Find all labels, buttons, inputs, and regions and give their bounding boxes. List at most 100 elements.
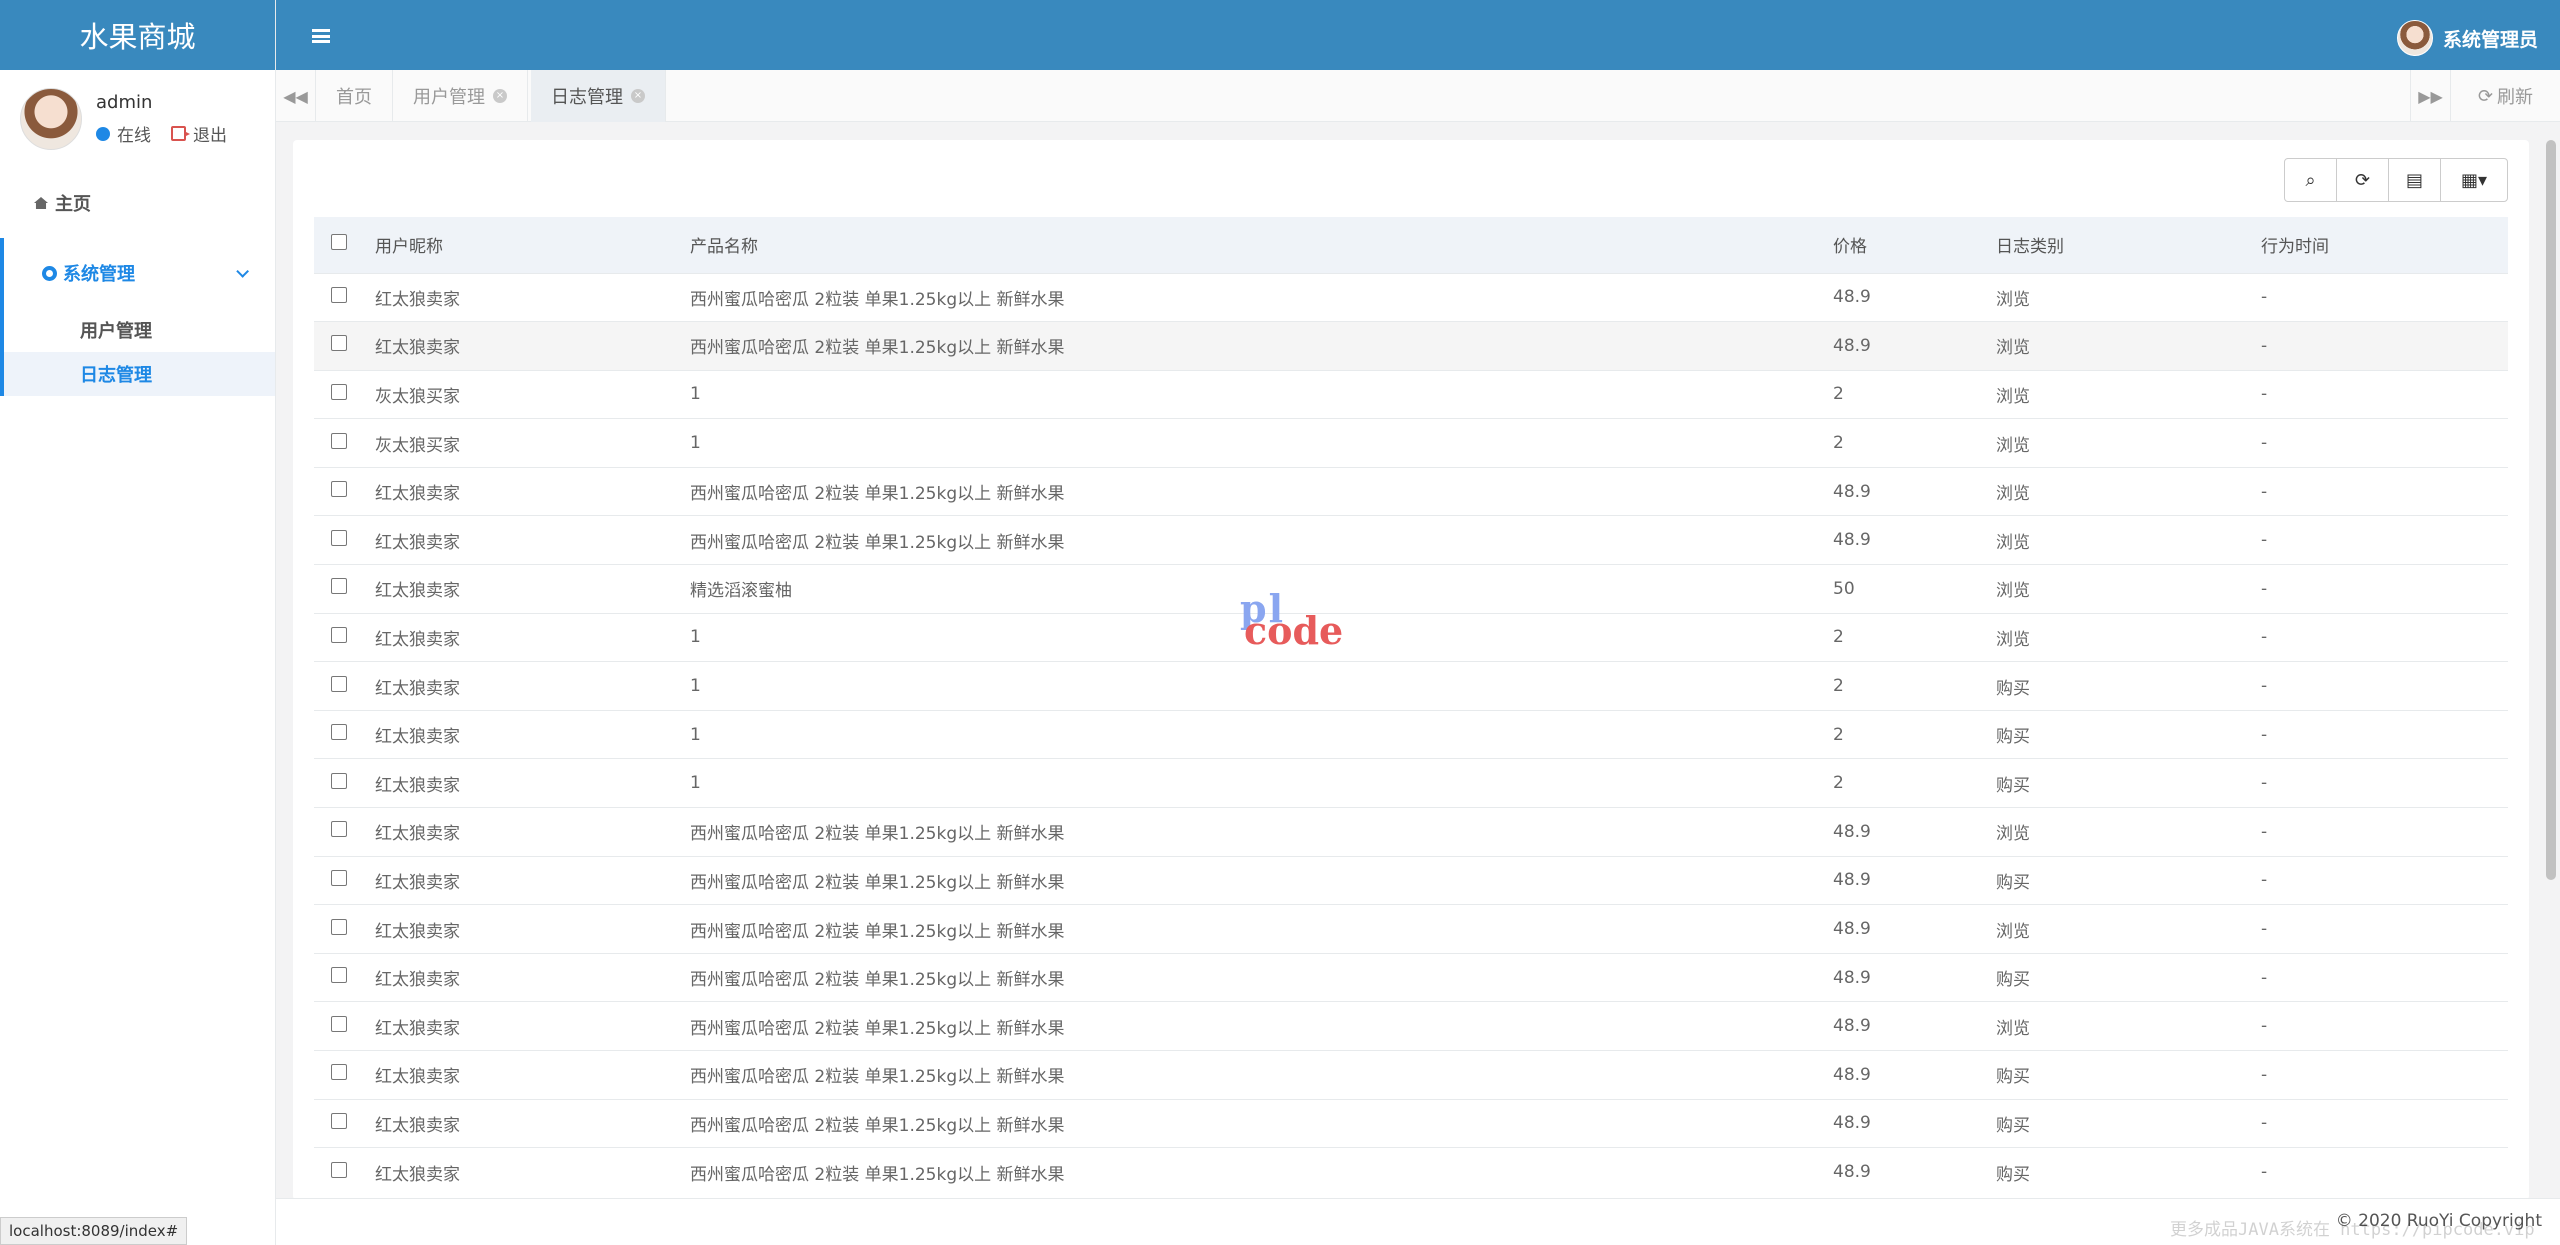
table-cell: - [2260,369,2508,419]
table-row[interactable]: 红太狼卖家 1 2 购买 - [314,758,2508,808]
table-cell: 红太狼卖家 [374,466,689,516]
row-checkbox[interactable] [331,626,347,643]
table-row[interactable]: 红太狼卖家 精选滔滚蜜柚 50 浏览 - [314,564,2508,614]
table-cell: 48.9 [1832,321,1995,371]
table-cell: 48.9 [1832,1147,1995,1197]
table-row[interactable]: 红太狼卖家 西州蜜瓜哈密瓜 2粒装 单果1.25kg以上 新鲜水果 48.9 浏览 - [314,1001,2508,1051]
row-select-cell [314,1001,374,1051]
avatar[interactable] [20,88,82,150]
tabs-scroll-right-icon[interactable]: ▶▶ [2410,70,2450,122]
table-cell: 红太狼卖家 [374,1001,689,1051]
sidebar-group-system[interactable]: 系统管理 [0,238,275,308]
tab-user-management[interactable]: 用户管理 × [393,70,528,122]
table-row[interactable]: 红太狼卖家 西州蜜瓜哈密瓜 2粒装 单果1.25kg以上 新鲜水果 48.9 浏览 - [314,515,2508,565]
logout-link[interactable]: 退出 [193,121,227,146]
close-icon[interactable]: × [631,89,645,103]
table-cell: - [2260,515,2508,565]
scrollbar[interactable] [2546,140,2556,880]
table-cell: 2 [1832,369,1995,419]
avatar[interactable] [2396,20,2433,56]
table-row[interactable]: 红太狼卖家 西州蜜瓜哈密瓜 2粒装 单果1.25kg以上 新鲜水果 48.9 浏览 - [314,466,2508,516]
chevron-down-icon [236,264,249,278]
close-icon[interactable]: × [493,89,507,103]
refresh-table-button[interactable]: ⟳ [2336,158,2389,202]
row-checkbox[interactable] [331,821,347,838]
top-navbar: 系统管理员 [276,0,2560,70]
export-button[interactable]: ▤ [2388,158,2441,202]
table-cell: - [2260,564,2508,614]
table-cell: 购买 [1995,1147,2260,1197]
table-cell: 2 [1832,661,1995,711]
row-checkbox[interactable] [331,1161,347,1178]
column-header[interactable]: 价格 [1832,217,1995,274]
list-icon: ▤ [2405,169,2423,191]
log-table-wrap: 用户昵称 产品名称 价格 日志类别 行为时间 红太狼卖家 西州蜜瓜哈密瓜 2粒装 … [314,217,2508,1197]
table-cell: 浏览 [1995,272,2260,322]
table-cell: 48.9 [1832,1001,1995,1051]
top-user-name[interactable]: 系统管理员 [2443,25,2538,52]
row-checkbox[interactable] [331,1064,347,1081]
row-checkbox[interactable] [331,481,347,498]
tabs-scroll-left-icon[interactable]: ◀◀ [276,70,316,122]
row-checkbox[interactable] [331,1015,347,1032]
tab-log-management[interactable]: 日志管理 × [531,70,666,122]
user-status: 在线 退出 [96,121,227,146]
brand-title[interactable]: 水果商城 [0,0,275,70]
table-row[interactable]: 红太狼卖家 西州蜜瓜哈密瓜 2粒装 单果1.25kg以上 新鲜水果 48.9 购买 - [314,1098,2508,1148]
tab-home[interactable]: 首页 [316,70,393,122]
table-cell: 西州蜜瓜哈密瓜 2粒装 单果1.25kg以上 新鲜水果 [689,272,1832,322]
sidebar: 水果商城 admin 在线 退出 主页 系统管理 用户管理 日志管理 [0,0,276,1245]
table-row[interactable]: 红太狼卖家 1 2 购买 - [314,709,2508,759]
table-cell: 西州蜜瓜哈密瓜 2粒装 单果1.25kg以上 新鲜水果 [689,1147,1832,1197]
table-row[interactable]: 红太狼卖家 西州蜜瓜哈密瓜 2粒装 单果1.25kg以上 新鲜水果 48.9 浏览 - [314,272,2508,322]
sidebar-item-home[interactable]: 主页 [0,168,275,238]
table-row[interactable]: 红太狼卖家 西州蜜瓜哈密瓜 2粒装 单果1.25kg以上 新鲜水果 48.9 浏览 - [314,321,2508,371]
logout-icon[interactable] [171,126,190,141]
row-checkbox[interactable] [331,529,347,546]
table-cell: 西州蜜瓜哈密瓜 2粒装 单果1.25kg以上 新鲜水果 [689,904,1832,954]
table-row[interactable]: 红太狼卖家 西州蜜瓜哈密瓜 2粒装 单果1.25kg以上 新鲜水果 48.9 购买 - [314,952,2508,1002]
table-cell: 48.9 [1832,952,1995,1002]
row-checkbox[interactable] [331,335,347,352]
column-header[interactable]: 用户昵称 [374,217,689,274]
sidebar-item-logs[interactable]: 日志管理 [0,352,275,396]
table-row[interactable]: 红太狼卖家 西州蜜瓜哈密瓜 2粒装 单果1.25kg以上 新鲜水果 48.9 浏览 - [314,904,2508,954]
table-row[interactable]: 红太狼卖家 西州蜜瓜哈密瓜 2粒装 单果1.25kg以上 新鲜水果 48.9 购买 - [314,1147,2508,1197]
row-checkbox[interactable] [331,918,347,935]
row-checkbox[interactable] [331,1112,347,1129]
row-checkbox[interactable] [331,286,347,303]
tab-label: 首页 [336,87,372,108]
table-cell: 48.9 [1832,515,1995,565]
row-checkbox[interactable] [331,675,347,692]
sidebar-item-users[interactable]: 用户管理 [0,308,275,352]
select-all-checkbox[interactable] [331,234,347,251]
columns-button[interactable]: ▦▾ [2440,158,2508,202]
table-row[interactable]: 红太狼卖家 西州蜜瓜哈密瓜 2粒装 单果1.25kg以上 新鲜水果 48.9 购买 - [314,1050,2508,1100]
row-checkbox[interactable] [331,578,347,595]
table-cell: 浏览 [1995,515,2260,565]
row-checkbox[interactable] [331,432,347,449]
table-row[interactable]: 灰太狼买家 1 2 浏览 - [314,369,2508,419]
table-row[interactable]: 红太狼卖家 1 2 购买 - [314,661,2508,711]
row-checkbox[interactable] [331,772,347,789]
column-header[interactable]: 产品名称 [689,217,1832,274]
menu-toggle-icon[interactable] [312,29,330,43]
table-row[interactable]: 红太狼卖家 西州蜜瓜哈密瓜 2粒装 单果1.25kg以上 新鲜水果 48.9 购买 - [314,855,2508,905]
user-name: admin [96,92,153,113]
row-checkbox[interactable] [331,869,347,886]
table-cell: 红太狼卖家 [374,904,689,954]
table-cell: 浏览 [1995,1001,2260,1051]
table-row[interactable]: 红太狼卖家 1 2 浏览 - [314,612,2508,662]
table-row[interactable]: 灰太狼买家 1 2 浏览 - [314,418,2508,468]
row-checkbox[interactable] [331,383,347,400]
top-user-menu[interactable]: 系统管理员 [2396,20,2538,56]
table-cell: 西州蜜瓜哈密瓜 2粒装 单果1.25kg以上 新鲜水果 [689,1098,1832,1148]
search-button[interactable]: ⌕ [2284,158,2337,202]
refresh-button[interactable]: ⟳ 刷新 [2450,70,2560,122]
column-header[interactable]: 日志类别 [1995,217,2260,274]
table-header-row: 用户昵称 产品名称 价格 日志类别 行为时间 [314,217,2508,274]
row-checkbox[interactable] [331,724,347,741]
column-header[interactable]: 行为时间 [2260,217,2508,274]
row-checkbox[interactable] [331,967,347,984]
table-row[interactable]: 红太狼卖家 西州蜜瓜哈密瓜 2粒装 单果1.25kg以上 新鲜水果 48.9 浏览 - [314,807,2508,857]
